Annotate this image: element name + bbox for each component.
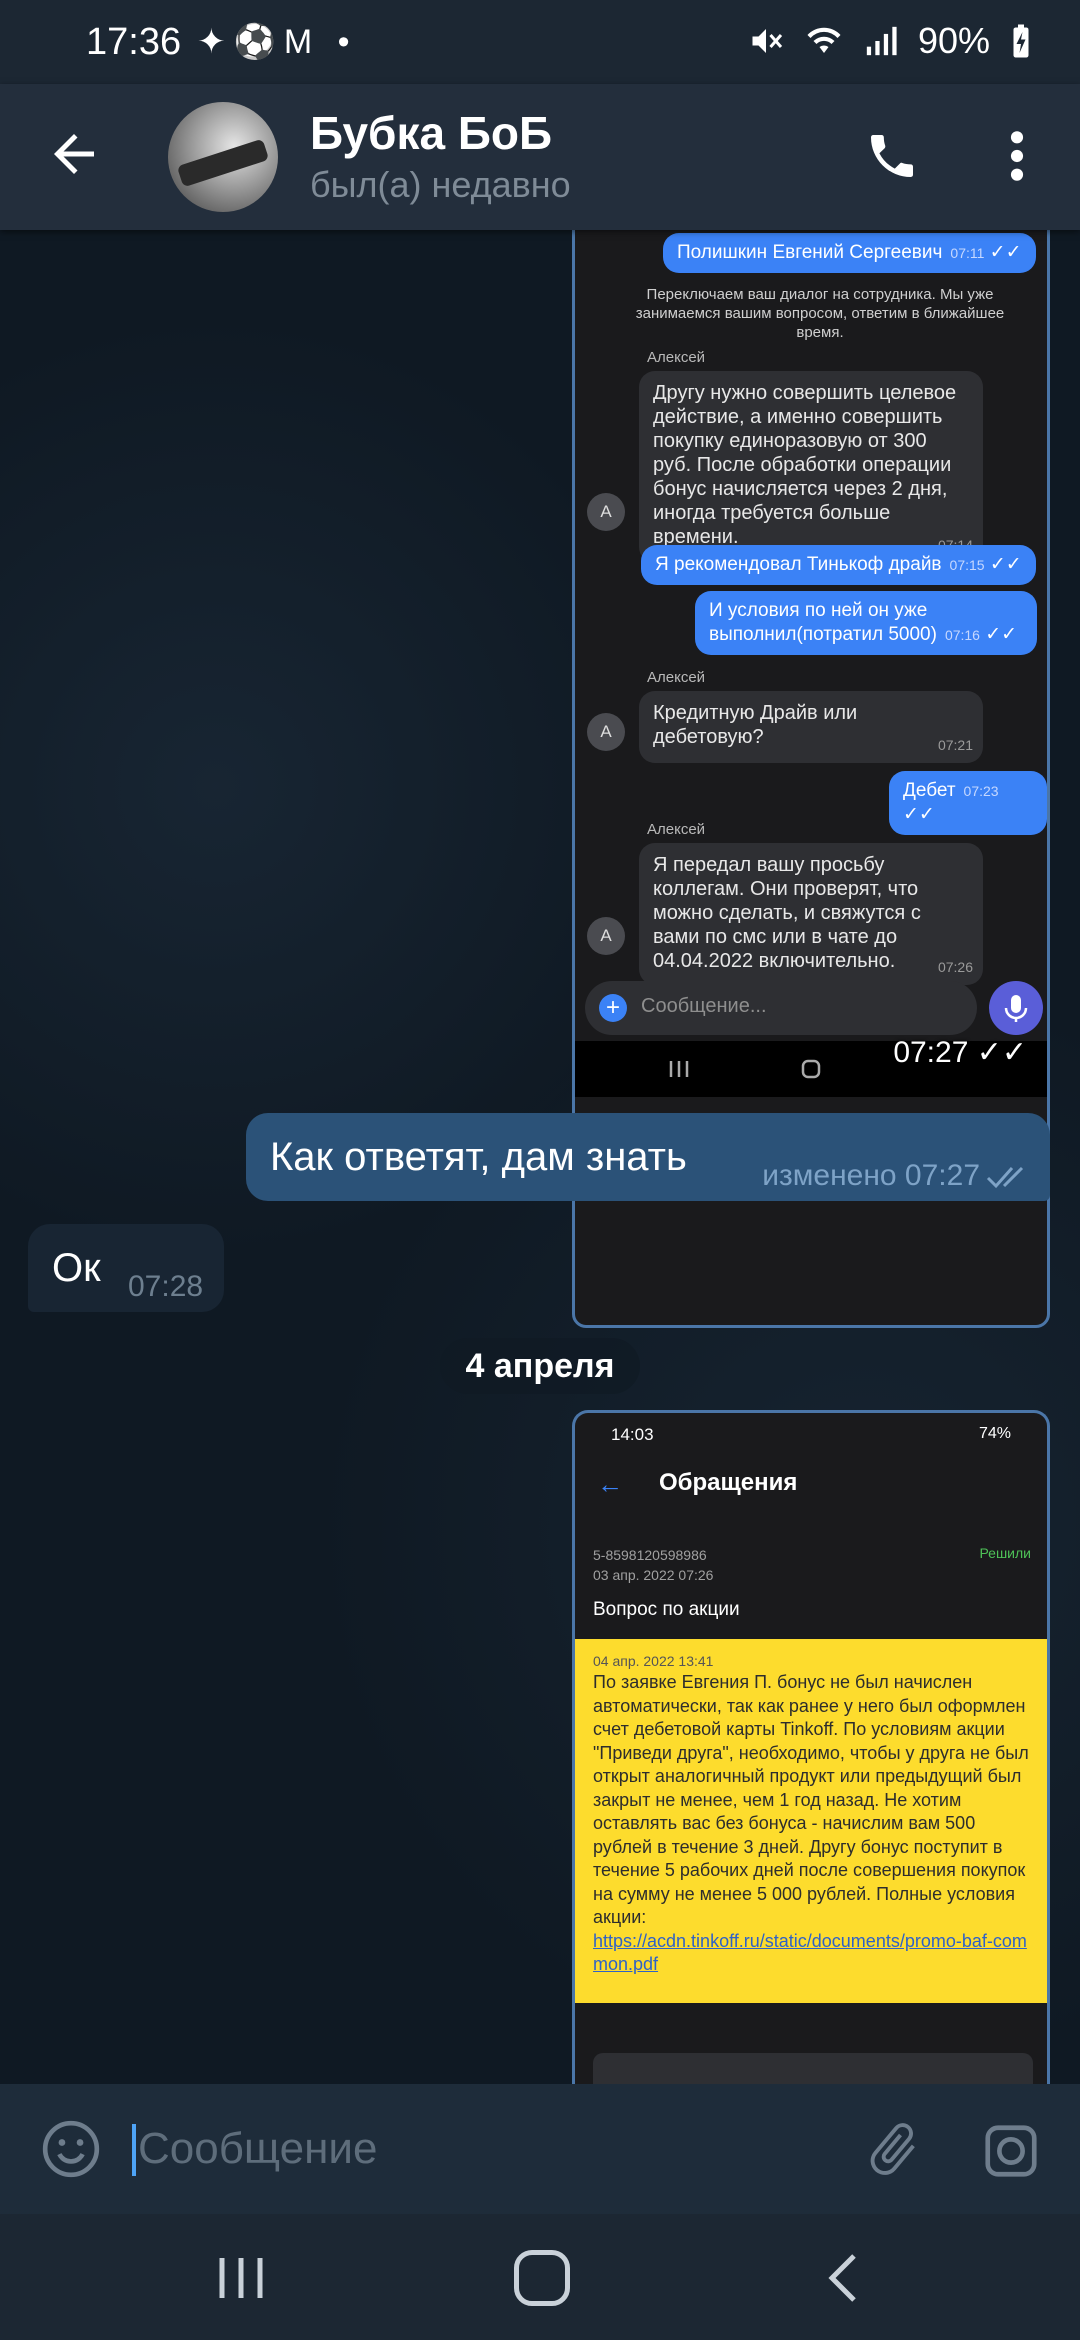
message-input[interactable]: Сообщение — [138, 2124, 377, 2174]
s1-text: Дебет — [903, 780, 956, 801]
chat-area[interactable]: Полишкин Евгений Сергеевич 07:11 ✓✓ Перек… — [0, 230, 1080, 2084]
message-time: 07:28 — [128, 1270, 204, 1303]
s2-ticket-date: 03 апр. 2022 07:26 — [593, 1567, 714, 1583]
photo-time: 07:27 — [893, 1036, 969, 1069]
notification-icons: ✦⚽M • — [197, 23, 358, 61]
s1-time: 07:23 — [963, 783, 999, 799]
s1-outgoing-bubble: И условия по ней он уже выполнил(потрати… — [695, 591, 1037, 655]
s1-outgoing-bubble: Я рекомендовал Тинькоф драйв 07:15 ✓✓ — [641, 545, 1036, 585]
s1-text: И условия по ней он уже выполнил(потрати… — [709, 600, 937, 645]
s1-text: Полишкин Евгений Сергеевич — [677, 242, 943, 263]
status-time: 17:36 — [86, 20, 182, 63]
s2-status-battery: 74% — [978, 1425, 1011, 1442]
system-nav-bar — [0, 2214, 1080, 2340]
s2-question-title: Вопрос по акции — [593, 1599, 740, 1620]
text-caret — [132, 2124, 136, 2176]
s1-mic-icon — [989, 981, 1043, 1035]
recent-apps-icon[interactable] — [216, 2256, 266, 2300]
status-bar: 17:36 ✦⚽M • 90% — [0, 0, 1080, 84]
s1-time: 07:15 — [949, 557, 985, 573]
emoji-icon[interactable] — [40, 2118, 102, 2180]
s2-back-arrow-icon: ← — [597, 1469, 623, 1499]
screenshot-photo-2[interactable]: 14:03 74% ← Обращения 5-8598120598986 03… — [572, 1410, 1050, 2084]
wifi-icon — [807, 27, 841, 53]
s1-outgoing-bubble: Полишкин Евгений Сергеевич 07:11 ✓✓ — [663, 233, 1036, 273]
s1-avatar: A — [587, 493, 625, 531]
s1-avatar: A — [587, 917, 625, 955]
s1-time: 07:26 — [937, 959, 973, 975]
s2-answer-text: По заявке Евгения П. бонус не был начисл… — [593, 1672, 1029, 1927]
s1-input-placeholder: Сообщение... — [641, 995, 767, 1017]
chat-title[interactable]: Бубка БоБ — [310, 106, 552, 160]
message-edited-time: изменено 07:27 — [762, 1159, 980, 1192]
date-separator: 4 апреля — [440, 1338, 640, 1394]
battery-percent: 90% — [917, 20, 990, 61]
status-right: 90% — [748, 20, 1032, 62]
camera-icon[interactable] — [980, 2120, 1042, 2182]
s1-text: Я рекомендовал Тинькоф драйв — [655, 554, 942, 575]
s2-ticket-number: 5-8598120598986 — [593, 1547, 707, 1563]
outgoing-message[interactable]: Как ответят, дам знать изменено 07:27 — [246, 1113, 1050, 1201]
s2-answer-date: 04 апр. 2022 13:41 — [593, 1653, 714, 1669]
s1-incoming-bubble: Я передал вашу просьбу коллегам. Они про… — [639, 843, 983, 985]
s1-message-input: + Сообщение... — [585, 981, 977, 1035]
s1-time: 07:16 — [944, 627, 980, 643]
chat-header: Бубка БоБ был(а) недавно — [0, 84, 1080, 230]
battery-charging-icon — [1013, 24, 1029, 58]
s1-incoming-bubble: Другу нужно совершить целевое действие, … — [639, 371, 983, 563]
avatar[interactable] — [168, 102, 278, 212]
s1-text: Другу нужно совершить целевое действие, … — [653, 382, 957, 548]
nav-back-icon[interactable] — [822, 2252, 862, 2304]
s2-ticket-status: Решили — [979, 1545, 1031, 1561]
s1-plus-icon: + — [599, 994, 627, 1022]
more-options-icon[interactable] — [1000, 128, 1034, 184]
s2-ticket-info: 5-8598120598986 03 апр. 2022 07:26 — [593, 1545, 713, 1585]
s2-answer-card: 04 апр. 2022 13:41 По заявке Евгения П. … — [575, 1639, 1047, 2003]
s1-sender-name: Алексей — [647, 821, 706, 838]
mute-icon — [752, 29, 783, 53]
s1-time: 07:11 — [950, 245, 985, 261]
s1-incoming-bubble: Кредитную Драйв или дебетовую? 07:21 — [639, 691, 983, 763]
photo-timestamp: 07:27 ✓✓ — [893, 1036, 1027, 1069]
signal-icon — [866, 26, 897, 56]
s2-bottom-bar — [593, 2053, 1033, 2084]
s1-outgoing-bubble: Дебет 07:23 ✓✓ — [889, 771, 1047, 835]
message-text: Ок — [52, 1246, 101, 1290]
s2-answer-link: https://acdn.tinkoff.ru/static/documents… — [593, 1930, 1027, 1975]
home-icon[interactable] — [514, 2250, 570, 2306]
s1-text: Кредитную Драйв или дебетовую? — [653, 702, 858, 748]
s1-text: Я передал вашу просьбу коллегам. Они про… — [653, 854, 921, 972]
s1-sender-name: Алексей — [647, 349, 706, 366]
back-arrow-icon[interactable] — [44, 124, 104, 184]
incoming-message[interactable]: Ок 07:28 — [28, 1224, 224, 1312]
s1-system-notice: Переключаем ваш диалог на сотрудника. Мы… — [635, 286, 1005, 341]
s1-sender-name: Алексей — [647, 669, 706, 686]
message-text: Как ответят, дам знать — [270, 1135, 687, 1179]
last-seen-status: был(а) недавно — [310, 164, 571, 205]
s1-avatar: A — [587, 713, 625, 751]
double-check-icon — [986, 1166, 1024, 1189]
s1-time: 07:21 — [937, 737, 973, 753]
phone-icon[interactable] — [864, 128, 920, 184]
s2-status-time: 14:03 — [611, 1425, 654, 1444]
attach-icon[interactable] — [862, 2114, 924, 2184]
message-composer: Сообщение — [0, 2084, 1080, 2214]
s2-screen-title: Обращения — [659, 1469, 798, 1496]
